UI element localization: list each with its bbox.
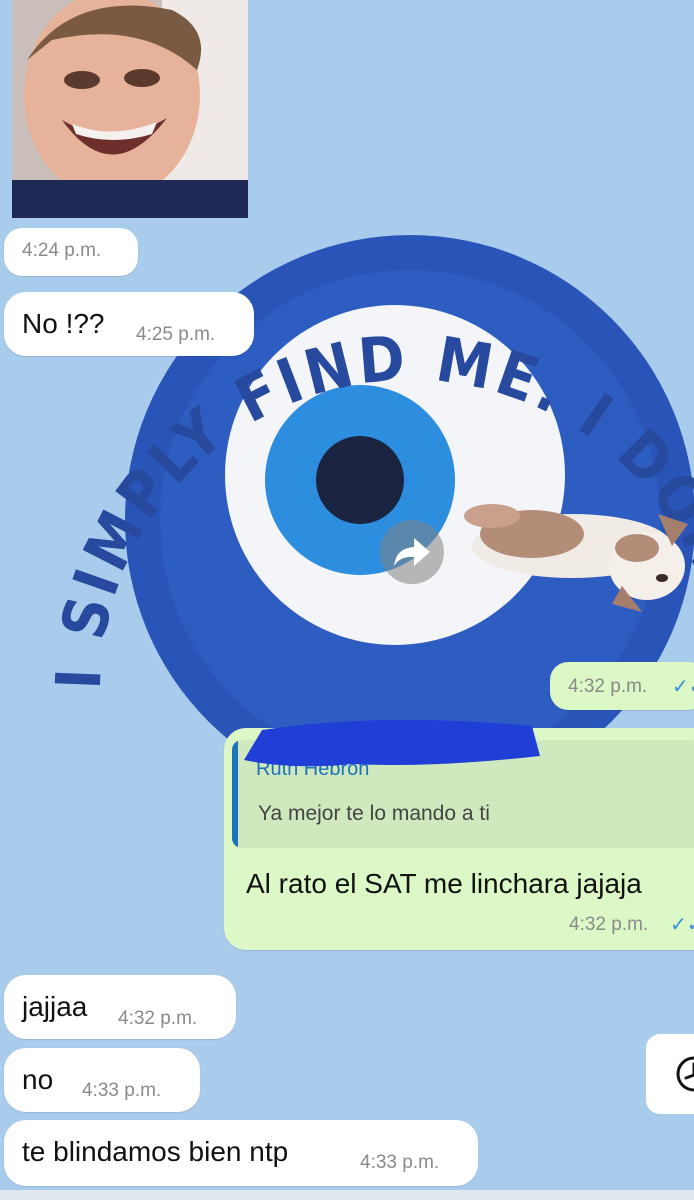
forward-button[interactable] bbox=[380, 520, 444, 584]
message-time: 4:25 p.m. bbox=[136, 324, 216, 345]
message-bubble-incoming[interactable]: no 4:33 p.m. bbox=[4, 1048, 200, 1112]
message-bubble-incoming[interactable]: jajjaa 4:32 p.m. bbox=[4, 975, 236, 1039]
message-time: 4:32 p.m. bbox=[569, 914, 649, 935]
message-time: 4:32 p.m. bbox=[118, 1008, 198, 1029]
message-bubble-incoming[interactable]: No !?? 4:25 p.m. bbox=[4, 292, 254, 356]
redaction-scribble bbox=[244, 719, 540, 767]
message-text: Al rato el SAT me linchara jajaja bbox=[246, 868, 642, 899]
side-action-button[interactable] bbox=[646, 1034, 694, 1114]
message-time: 4:32 p.m. bbox=[568, 676, 648, 697]
message-time: 4:33 p.m. bbox=[360, 1152, 440, 1173]
message-time: 4:33 p.m. bbox=[82, 1080, 162, 1101]
forward-arrow-icon bbox=[394, 538, 430, 566]
message-time: 4:24 p.m. bbox=[22, 240, 102, 261]
message-text: jajjaa bbox=[22, 991, 88, 1022]
double-check-icon: ✓✓ bbox=[670, 914, 694, 936]
clock-icon bbox=[676, 1056, 694, 1092]
message-text: te blindamos bien ntp bbox=[22, 1136, 289, 1167]
sticker-time-bubble: 4:32 p.m. ✓✓ bbox=[550, 662, 694, 710]
sticker-puppy[interactable] bbox=[462, 486, 694, 616]
received-photo[interactable] bbox=[12, 0, 248, 218]
message-text: no bbox=[22, 1064, 54, 1095]
photo-time-bubble: 4:24 p.m. bbox=[4, 228, 138, 276]
bottom-edge bbox=[0, 1190, 694, 1200]
double-check-icon: ✓✓ bbox=[672, 676, 694, 698]
quote-text: Ya mejor te lo mando a ti bbox=[258, 802, 490, 825]
message-text: No !?? bbox=[22, 308, 105, 339]
message-bubble-incoming[interactable]: te blindamos bien ntp 4:33 p.m. bbox=[4, 1120, 478, 1186]
